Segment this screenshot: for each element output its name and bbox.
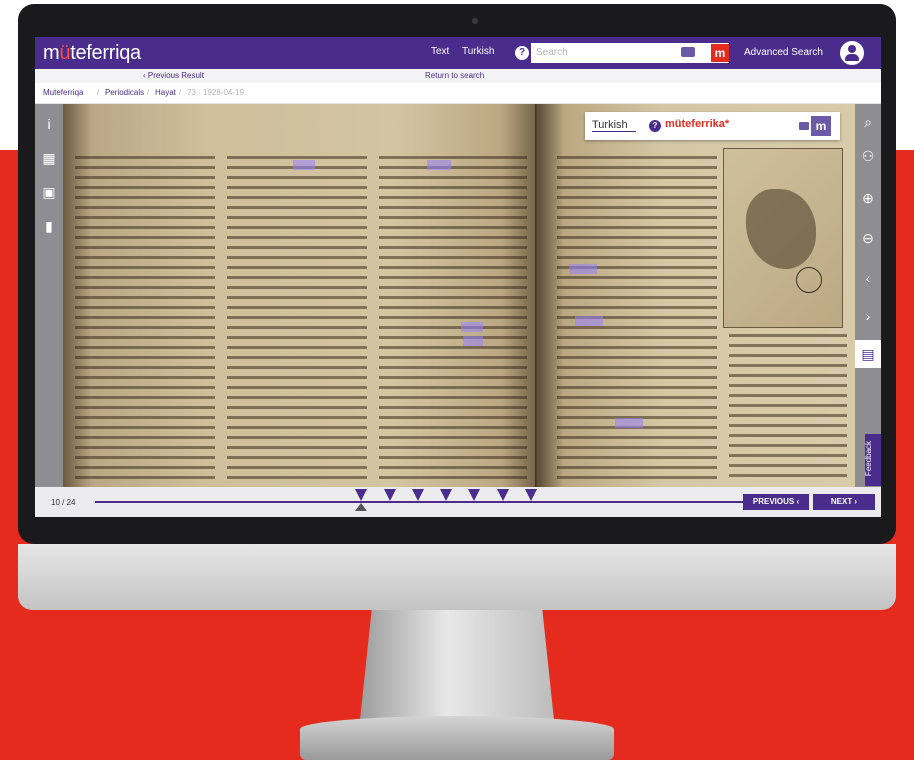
previous-result-link[interactable]: ‹ Previous Result	[143, 71, 204, 80]
left-toolbar: i ▦ ▣ ▮	[35, 104, 63, 487]
right-toolbar: ⌕ ⚇ ⊕ ⊖ ‹ › ▤	[855, 104, 881, 487]
result-page-marker[interactable]	[412, 489, 424, 501]
search-highlight[interactable]	[463, 336, 483, 346]
feedback-tab[interactable]: Feedback	[864, 434, 881, 486]
result-page-marker[interactable]	[440, 489, 452, 501]
thumbnails-icon[interactable]: ▦	[35, 144, 63, 172]
zoom-out-icon[interactable]: ⊖	[855, 224, 881, 252]
image-icon[interactable]: ▣	[35, 178, 63, 206]
search-highlight[interactable]	[575, 316, 603, 326]
zoom-in-icon[interactable]: ⊕	[855, 184, 881, 212]
next-page-icon[interactable]: ›	[855, 302, 881, 330]
scanned-page-left	[63, 104, 539, 487]
search-input[interactable]: Search	[531, 43, 729, 63]
return-to-search-link[interactable]: Return to search	[425, 71, 484, 80]
search-language-select[interactable]: Turkish	[462, 46, 494, 57]
breadcrumb-issue: 73 · 1928-04-19	[187, 88, 244, 97]
panel-language-select[interactable]: Turkish	[592, 119, 636, 132]
advanced-search-link[interactable]: Advanced Search	[744, 47, 823, 58]
search-highlight[interactable]	[427, 160, 451, 170]
logo[interactable]: müteferriqa	[43, 42, 141, 65]
result-page-marker[interactable]	[384, 489, 396, 501]
breadcrumb-separator: /	[179, 88, 182, 97]
text-column	[729, 334, 847, 480]
help-icon[interactable]: ?	[515, 46, 529, 60]
breadcrumb-separator: /	[147, 88, 150, 97]
panel-search-input[interactable]: müteferrika*	[665, 118, 729, 130]
monitor-stand	[360, 610, 554, 720]
search-type-select[interactable]: Text	[431, 46, 449, 57]
breadcrumb: Muteferriqa / Periodicals / Hayat / 73 ·…	[35, 83, 881, 104]
text-view-icon[interactable]: ▤	[855, 340, 881, 368]
user-avatar-icon[interactable]	[840, 41, 864, 65]
breadcrumb-hayat[interactable]: Hayat	[155, 88, 176, 97]
muteferriqa-search-icon[interactable]: m	[811, 116, 831, 136]
text-column	[227, 156, 367, 480]
breadcrumb-separator: /	[97, 88, 100, 97]
top-bar: müteferriqa Text Turkish ? Search m Adva…	[35, 37, 881, 69]
text-column	[75, 156, 215, 480]
search-icon[interactable]: ⌕	[855, 108, 881, 136]
keyboard-icon[interactable]	[799, 122, 809, 130]
screen: müteferriqa Text Turkish ? Search m Adva…	[35, 37, 881, 517]
result-page-marker[interactable]	[525, 489, 537, 501]
previous-button[interactable]: PREVIOUS ‹	[743, 494, 809, 510]
compass-rose-icon	[796, 267, 822, 293]
breadcrumb-muteferriqa[interactable]: Muteferriqa	[43, 88, 83, 97]
monitor-base	[300, 716, 614, 760]
text-column	[379, 156, 527, 480]
search-highlight[interactable]	[293, 160, 315, 170]
search-highlight[interactable]	[461, 322, 483, 332]
result-nav: ‹ Previous Result Return to search	[35, 69, 881, 83]
prev-page-icon[interactable]: ‹	[855, 264, 881, 292]
in-document-search-panel: Turkish ? müteferrika* m	[585, 112, 840, 140]
camera-icon	[472, 18, 478, 24]
bookmark-icon[interactable]: ▮	[35, 212, 63, 240]
result-page-marker[interactable]	[497, 489, 509, 501]
muteferriqa-icon[interactable]: m	[711, 44, 729, 62]
keyboard-icon[interactable]	[681, 47, 695, 57]
share-icon[interactable]: ⚇	[855, 142, 881, 170]
result-page-marker[interactable]	[355, 489, 367, 501]
document-viewer[interactable]: Turkish ? müteferrika* m i ▦ ▣ ▮ ⌕ ⚇ ⊕ ⊖…	[35, 104, 881, 487]
info-icon[interactable]: i	[35, 110, 63, 138]
feedback-label: Feedback	[864, 440, 874, 477]
current-page-indicator[interactable]	[355, 503, 367, 511]
map-landmass	[746, 189, 816, 269]
search-placeholder: Search	[536, 47, 568, 58]
search-highlight[interactable]	[569, 264, 597, 274]
monitor-chin	[18, 544, 896, 610]
next-button[interactable]: NEXT ›	[813, 494, 875, 510]
pager-bar: 10 / 24 PREVIOUS ‹ NEXT ›	[35, 487, 881, 517]
breadcrumb-periodicals[interactable]: Periodicals	[105, 88, 144, 97]
page-count: 10 / 24	[51, 498, 76, 507]
panel-help-icon[interactable]: ?	[649, 120, 661, 132]
page-slider-track[interactable]	[95, 501, 745, 503]
search-highlight[interactable]	[615, 418, 643, 428]
result-page-marker[interactable]	[468, 489, 480, 501]
map-illustration	[723, 148, 843, 328]
